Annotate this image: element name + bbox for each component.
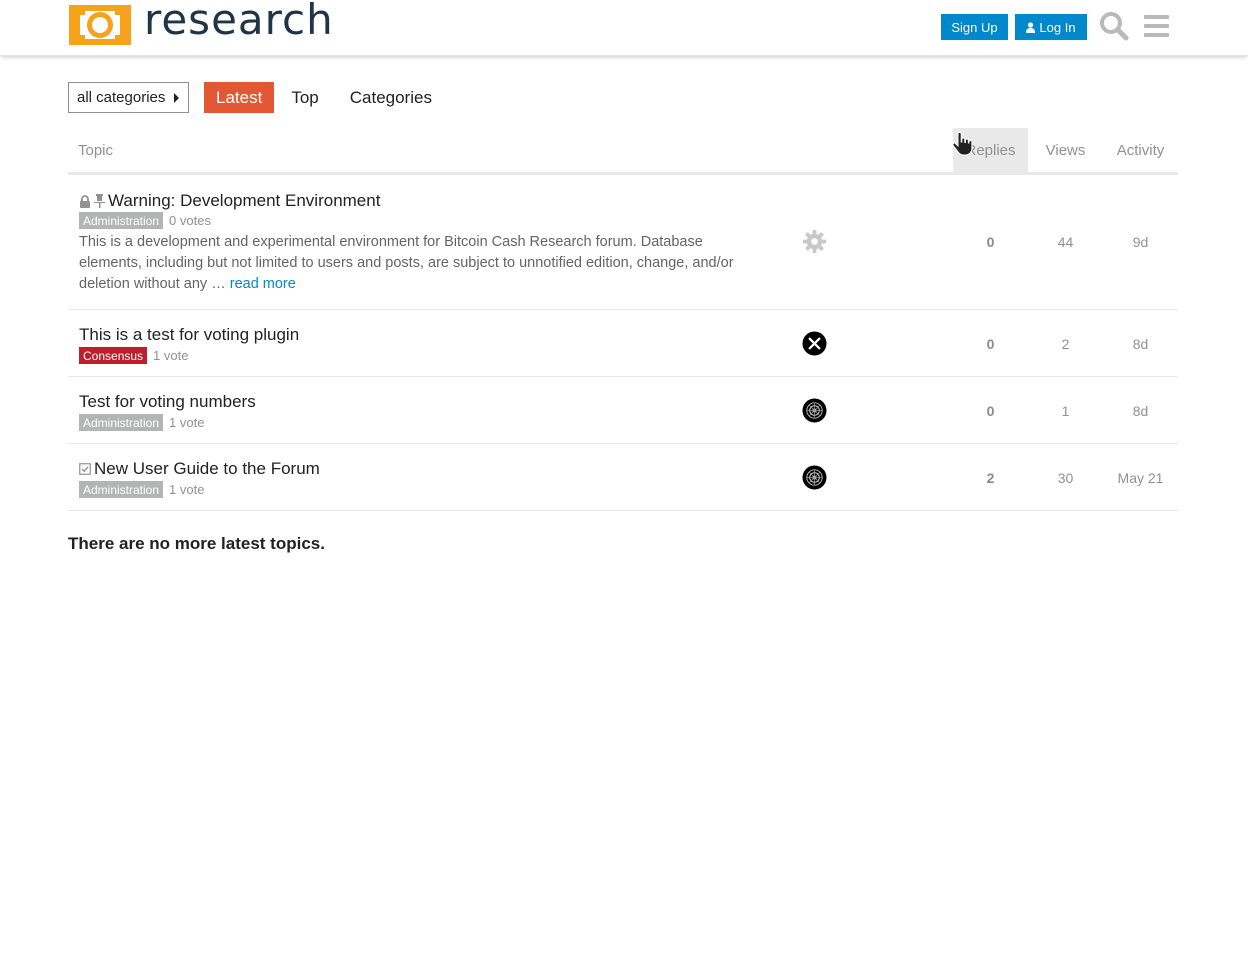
read-more-link[interactable]: read more — [230, 276, 296, 292]
view-count: 2 — [1061, 336, 1070, 352]
category-badge[interactable]: Administration — [79, 481, 164, 498]
logo-text: research — [144, 0, 334, 44]
mandala-avatar-icon[interactable] — [802, 465, 827, 490]
category-dropdown-label: all categories — [77, 89, 166, 106]
reply-count[interactable]: 2 — [953, 470, 1028, 486]
vote-count: 1 vote — [153, 348, 189, 363]
hand-cursor-icon — [952, 132, 973, 156]
x-avatar-icon[interactable] — [802, 331, 827, 356]
reply-count[interactable]: 0 — [953, 336, 1028, 352]
hamburger-menu-icon[interactable] — [1142, 11, 1172, 41]
topic-row: This is a test for voting plugin Consens… — [68, 310, 1178, 377]
user-icon — [1026, 21, 1036, 33]
topic-meta: Administration 0 votes — [79, 212, 211, 229]
view-count: 30 — [1057, 470, 1074, 486]
no-more-topics-message: There are no more latest topics. — [68, 534, 325, 553]
activity-time[interactable]: 8d — [1103, 403, 1178, 419]
category-dropdown[interactable]: all categories — [68, 82, 189, 113]
reply-count[interactable]: 0 — [953, 234, 1028, 250]
logo-mark-icon — [69, 5, 131, 45]
category-badge[interactable]: Consensus — [79, 347, 148, 364]
mandala-avatar-icon[interactable] — [802, 398, 827, 423]
activity-time[interactable]: 9d — [1103, 234, 1178, 250]
view-count: 44 — [1057, 234, 1074, 250]
column-activity[interactable]: Activity — [1103, 128, 1178, 172]
tab-top-label: Top — [291, 87, 319, 107]
topic-title-line: Warning: Development Environment — [79, 191, 380, 211]
column-views[interactable]: Views — [1028, 128, 1103, 172]
category-badge[interactable]: Administration — [79, 414, 164, 431]
topic-title-link[interactable]: Test for voting numbers — [79, 392, 256, 412]
sign-up-label: Sign Up — [951, 19, 998, 35]
tab-categories-label: Categories — [349, 87, 432, 107]
vote-count: 0 votes — [169, 213, 211, 228]
log-in-button[interactable]: Log In — [1015, 14, 1087, 40]
topic-title-link[interactable]: This is a test for voting plugin — [79, 325, 299, 345]
activity-time[interactable]: May 21 — [1103, 470, 1178, 486]
vote-count: 1 vote — [169, 482, 205, 497]
topic-navigation: all categories Latest Top Categories — [68, 82, 444, 113]
reply-count[interactable]: 0 — [953, 403, 1028, 419]
excerpt-text: This is a development and experimental e… — [79, 234, 734, 292]
tab-latest-label: Latest — [216, 87, 263, 107]
topic-meta: Administration 1 vote — [79, 414, 204, 431]
log-in-label: Log In — [1039, 19, 1076, 35]
activity-time[interactable]: 8d — [1103, 336, 1178, 352]
gear-avatar-icon[interactable] — [802, 229, 827, 254]
topic-title-link[interactable]: Warning: Development Environment — [108, 191, 380, 211]
topic-row: Warning: Development Environment Adminis… — [68, 175, 1178, 310]
lock-icon — [79, 194, 91, 208]
tab-categories[interactable]: Categories — [338, 82, 444, 113]
topic-row: New User Guide to the Forum Administrati… — [68, 444, 1178, 511]
topic-title-line: New User Guide to the Forum — [79, 459, 320, 479]
topic-title-link[interactable]: New User Guide to the Forum — [94, 459, 320, 479]
pin-icon — [94, 194, 105, 208]
topic-list-header: Topic Replies Views Activity — [68, 128, 1178, 175]
site-header: research Sign Up Log In — [0, 0, 1248, 56]
topic-row: Test for voting numbers Administration 1… — [68, 377, 1178, 444]
topic-meta: Consensus 1 vote — [79, 347, 188, 364]
topic-meta: Administration 1 vote — [79, 481, 204, 498]
site-logo[interactable]: research — [68, 0, 334, 46]
column-topic: Topic — [78, 141, 114, 159]
tab-top[interactable]: Top — [279, 82, 330, 113]
search-icon[interactable] — [1099, 11, 1129, 41]
view-count: 1 — [1061, 403, 1070, 419]
checkbox-icon — [79, 463, 91, 475]
category-badge[interactable]: Administration — [79, 212, 164, 229]
topic-title-line: This is a test for voting plugin — [79, 325, 299, 345]
topic-title-line: Test for voting numbers — [79, 392, 256, 412]
vote-count: 1 vote — [169, 415, 205, 430]
caret-right-icon — [174, 93, 179, 103]
topic-excerpt: This is a development and experimental e… — [79, 232, 769, 295]
topic-list: Topic Replies Views Activity Warning: De… — [68, 128, 1178, 511]
sign-up-button[interactable]: Sign Up — [941, 14, 1008, 40]
tab-latest[interactable]: Latest — [204, 82, 275, 113]
